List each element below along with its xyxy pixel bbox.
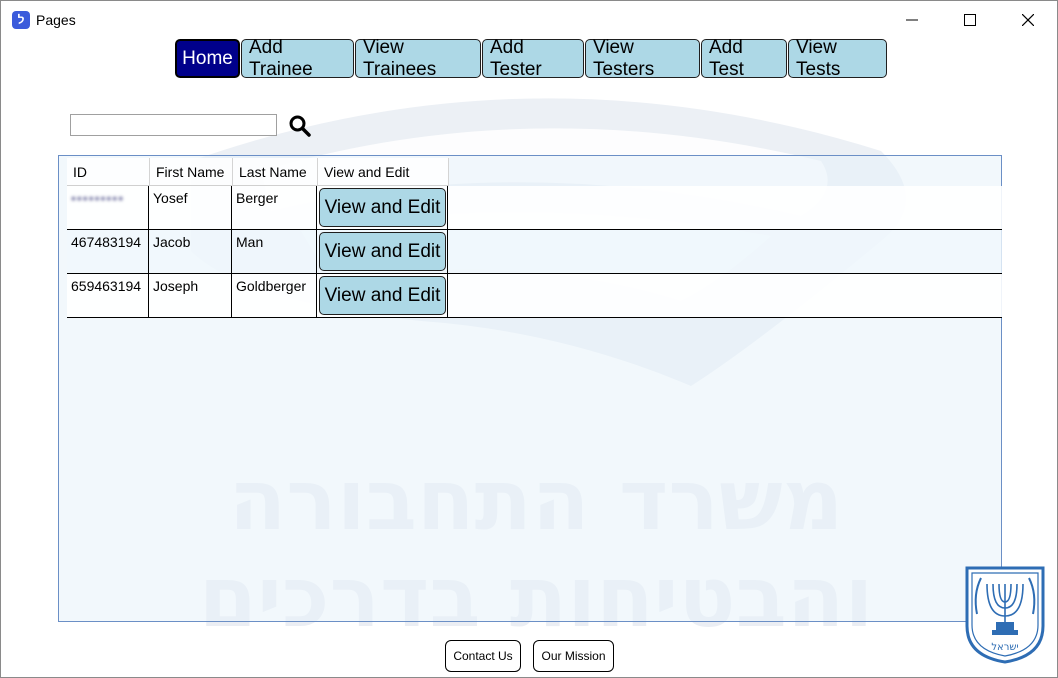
nav-add-trainee-button[interactable]: Add Trainee (241, 37, 354, 80)
search-icon[interactable] (288, 114, 312, 138)
contact-us-button[interactable]: Contact Us (445, 640, 521, 672)
title-bar: ל Pages (1, 1, 1057, 39)
grid-rows: ••••••••• Yosef Berger View and Edit 467… (67, 186, 1002, 318)
cell-action: View and Edit (317, 186, 448, 229)
cell-id: 467483194 (67, 230, 149, 273)
cell-last-name: Berger (232, 186, 317, 229)
search-input[interactable] (70, 114, 277, 136)
cell-id: ••••••••• (67, 186, 149, 229)
cell-action: View and Edit (317, 230, 448, 273)
our-mission-button[interactable]: Our Mission (533, 640, 614, 672)
app-window: משרד התחבורה והבטיחות בדרכים ל Pages Hom… (0, 0, 1058, 678)
column-header-first-name[interactable]: First Name (150, 158, 233, 186)
column-header-view-edit[interactable]: View and Edit (318, 158, 449, 186)
grid-header: ID First Name Last Name View and Edit (67, 158, 449, 186)
cell-first-name: Yosef (149, 186, 232, 229)
cell-first-name: Jacob (149, 230, 232, 273)
trainees-grid[interactable]: ID First Name Last Name View and Edit ••… (58, 155, 1002, 622)
cell-last-name: Goldberger (232, 274, 317, 317)
table-row[interactable]: ••••••••• Yosef Berger View and Edit (67, 186, 1002, 230)
nav-home-button[interactable]: Home (175, 39, 240, 78)
nav-view-trainees-button[interactable]: View Trainees (355, 37, 481, 80)
cell-action: View and Edit (317, 274, 448, 317)
cell-first-name: Joseph (149, 274, 232, 317)
table-row[interactable]: 659463194 Joseph Goldberger View and Edi… (67, 274, 1002, 318)
column-header-id[interactable]: ID (67, 158, 150, 186)
view-and-edit-button[interactable]: View and Edit (319, 188, 446, 227)
minimize-button[interactable] (883, 1, 941, 39)
cell-last-name: Man (232, 230, 317, 273)
minimize-icon (906, 19, 918, 21)
redacted-id: ••••••••• (71, 190, 125, 206)
app-logo-icon: ל (12, 11, 30, 29)
nav-view-testers-button[interactable]: View Testers (585, 37, 700, 80)
close-icon (1022, 14, 1034, 26)
window-title: Pages (36, 12, 76, 28)
maximize-button[interactable] (941, 1, 999, 39)
view-and-edit-button[interactable]: View and Edit (319, 232, 446, 271)
nav-view-tests-button[interactable]: View Tests (788, 37, 887, 80)
nav-add-tester-button[interactable]: Add Tester (482, 37, 584, 80)
emblem-text: ישראל (991, 642, 1018, 653)
close-button[interactable] (999, 1, 1057, 39)
table-row[interactable]: 467483194 Jacob Man View and Edit (67, 230, 1002, 274)
cell-id: 659463194 (67, 274, 149, 317)
nav-add-test-button[interactable]: Add Test (701, 37, 787, 80)
column-header-last-name[interactable]: Last Name (233, 158, 318, 186)
view-and-edit-button[interactable]: View and Edit (319, 276, 446, 315)
state-emblem-icon: ישראל (965, 566, 1045, 664)
main-nav: Home Add Trainee View Trainees Add Teste… (175, 37, 887, 80)
maximize-icon (964, 14, 976, 26)
